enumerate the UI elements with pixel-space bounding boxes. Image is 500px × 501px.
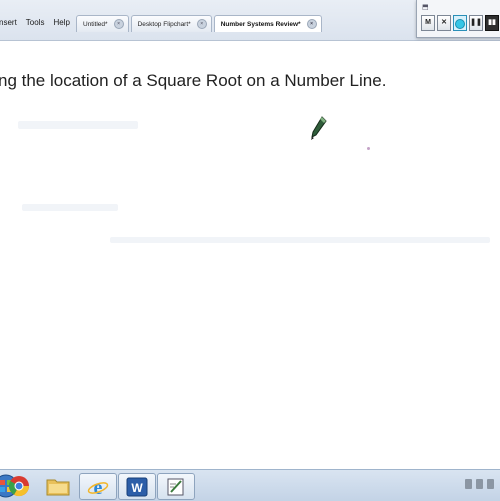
svg-text:W: W bbox=[131, 481, 143, 495]
battery-icon[interactable] bbox=[487, 479, 494, 489]
taskbar: e W bbox=[0, 469, 500, 501]
page-title: ng the location of a Square Root on a Nu… bbox=[0, 71, 387, 90]
word-icon[interactable]: W bbox=[118, 473, 156, 500]
record-button[interactable] bbox=[453, 15, 467, 31]
record-icon bbox=[455, 19, 465, 29]
tab-label: Untitled* bbox=[83, 20, 108, 28]
tab-number-systems-review[interactable]: Number Systems Review* × bbox=[213, 15, 322, 32]
flipchart-canvas[interactable]: ng the location of a Square Root on a Nu… bbox=[0, 41, 500, 469]
faded-text bbox=[110, 237, 490, 243]
recorder-buttons: M ✕ ❚❚ ▮▮ bbox=[421, 15, 500, 31]
close-icon[interactable]: × bbox=[306, 19, 317, 29]
close-icon[interactable]: × bbox=[196, 19, 207, 29]
volume-icon[interactable] bbox=[476, 479, 483, 489]
screen-recorder-toolbar: ⬒ M ✕ ❚❚ ▮▮ bbox=[416, 0, 500, 38]
menu-button[interactable]: M bbox=[421, 15, 435, 31]
annotation-dot bbox=[367, 147, 370, 150]
document-tabs: Untitled* × Desktop Flipchart* × Number … bbox=[76, 15, 324, 32]
close-icon[interactable]: × bbox=[113, 19, 124, 29]
tab-label: Desktop Flipchart* bbox=[137, 20, 191, 28]
menu-help[interactable]: Help bbox=[53, 15, 69, 31]
tab-label: Number Systems Review* bbox=[220, 20, 301, 28]
flipchart-icon[interactable] bbox=[157, 473, 195, 500]
faded-text bbox=[18, 121, 138, 129]
faded-text bbox=[22, 204, 118, 211]
folder-icon[interactable] bbox=[40, 473, 76, 498]
menu-insert[interactable]: nsert bbox=[0, 15, 17, 31]
pause-button[interactable]: ❚❚ bbox=[469, 15, 483, 31]
internet-explorer-icon[interactable]: e bbox=[79, 473, 117, 500]
menu-bar: nsert Tools Help bbox=[0, 15, 79, 31]
pen-cursor-icon bbox=[311, 116, 327, 140]
cancel-button[interactable]: ✕ bbox=[437, 15, 451, 31]
tab-untitled[interactable]: Untitled* × bbox=[76, 15, 129, 32]
tray-icon[interactable]: ⬒ bbox=[422, 3, 429, 11]
system-tray bbox=[465, 479, 494, 489]
tab-desktop-flipchart[interactable]: Desktop Flipchart* × bbox=[130, 15, 212, 32]
menu-tools[interactable]: Tools bbox=[26, 15, 45, 31]
stop-button[interactable]: ▮▮ bbox=[485, 15, 499, 31]
svg-text:e: e bbox=[94, 477, 103, 498]
network-icon[interactable] bbox=[465, 479, 472, 489]
app-header: nsert Tools Help Untitled* × Desktop Fli… bbox=[0, 0, 500, 41]
chrome-icon[interactable] bbox=[1, 473, 37, 498]
